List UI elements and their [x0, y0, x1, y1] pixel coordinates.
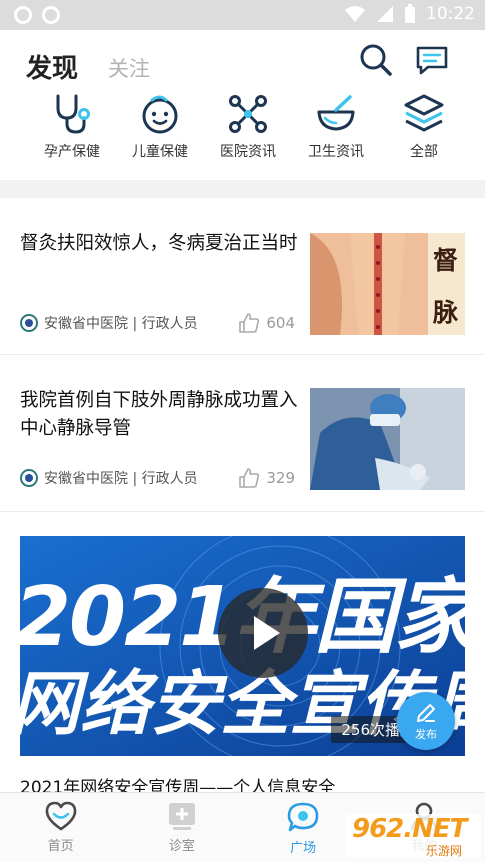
chat-circle-icon [287, 802, 319, 832]
like-button[interactable]: 604 [238, 312, 295, 334]
discover-header: 发现 关注 孕产保健 儿童保健 医院资讯 卫生资讯 全部 [0, 30, 485, 180]
hospital-logo-icon [20, 314, 38, 332]
category-label: 儿童保健 [132, 144, 188, 160]
baby-face-icon [142, 95, 178, 134]
nav-label: 诊室 [168, 839, 195, 854]
messages-button[interactable] [414, 42, 450, 78]
watermark-subtext: 乐游网 [426, 844, 463, 858]
notification-icon [42, 6, 60, 24]
article-thumbnail: 督 脉 [310, 233, 465, 335]
site-watermark: 962.NET 乐游网 [346, 814, 481, 858]
nav-home[interactable]: 首页 [0, 793, 121, 862]
status-notification-icons [14, 6, 60, 24]
search-button[interactable] [358, 42, 394, 78]
watermark-text: 962.NET [352, 814, 467, 844]
article-source: 安徽省中医院 | 行政人员 [44, 471, 198, 487]
wifi-icon [345, 6, 365, 22]
article-meta: 安徽省中医院 | 行政人员 329 [20, 467, 295, 489]
notification-icon [14, 6, 32, 24]
category-child-care[interactable]: 儿童保健 [116, 92, 204, 161]
category-label: 卫生资讯 [308, 144, 364, 160]
thumb-char: 脉 [433, 298, 459, 327]
article-thumbnail [310, 388, 465, 490]
tab-follow[interactable]: 关注 [108, 53, 150, 83]
status-bar: 10:22 [0, 0, 485, 30]
article-title: 督灸扶阳效惊人，冬病夏治正当时 [20, 233, 298, 254]
layers-icon [404, 94, 444, 132]
category-label: 孕产保健 [44, 144, 100, 160]
status-system-icons: 10:22 [344, 4, 475, 24]
thumbs-up-icon [239, 313, 260, 333]
stethoscope-icon [56, 94, 90, 134]
surgery-photo-image [310, 388, 465, 490]
article-meta: 安徽省中医院 | 行政人员 604 [20, 312, 295, 334]
plus-box-icon [168, 803, 195, 830]
article-source: 安徽省中医院 | 行政人员 [44, 316, 198, 332]
category-all[interactable]: 全部 [380, 92, 468, 161]
like-button[interactable]: 329 [238, 467, 295, 489]
heart-chat-icon [45, 801, 76, 831]
category-row: 孕产保健 儿童保健 医院资讯 卫生资讯 全部 [0, 92, 485, 161]
signal-icon [377, 6, 393, 22]
category-label: 医院资讯 [220, 144, 276, 160]
publish-label: 发布 [415, 727, 437, 741]
category-maternal-care[interactable]: 孕产保健 [28, 92, 116, 161]
status-time: 10:22 [426, 4, 475, 24]
tab-discover[interactable]: 发现 [26, 48, 78, 85]
mortar-pestle-icon [317, 95, 355, 131]
publish-button[interactable]: 发布 [397, 692, 455, 750]
like-count: 604 [266, 314, 295, 332]
network-nodes-icon [229, 95, 267, 133]
message-icon [416, 46, 448, 75]
thumbs-up-icon [239, 468, 260, 488]
like-count: 329 [266, 469, 295, 487]
battery-icon [405, 4, 415, 23]
section-divider [0, 180, 485, 198]
pen-icon [417, 703, 435, 722]
nav-clinic[interactable]: 诊室 [121, 793, 242, 862]
article-title: 我院首例自下肢外周静脉成功置入中心静脉导管 [20, 390, 298, 439]
search-icon [360, 44, 392, 76]
category-hospital-news[interactable]: 医院资讯 [204, 92, 292, 161]
nav-label: 广场 [290, 841, 317, 856]
category-health-news[interactable]: 卫生资讯 [292, 92, 380, 161]
thumb-char: 督 [433, 246, 459, 275]
nav-label: 首页 [47, 839, 74, 854]
article-card[interactable]: 督灸扶阳效惊人，冬病夏治正当时 督 脉 安徽省中医院 | 行政人员 604 [0, 198, 485, 355]
hospital-logo-icon [20, 469, 38, 487]
article-card[interactable]: 我院首例自下肢外周静脉成功置入中心静脉导管 安徽省中医院 | 行政人员 329 [0, 355, 485, 512]
category-label: 全部 [410, 144, 438, 160]
play-button[interactable] [218, 588, 308, 678]
